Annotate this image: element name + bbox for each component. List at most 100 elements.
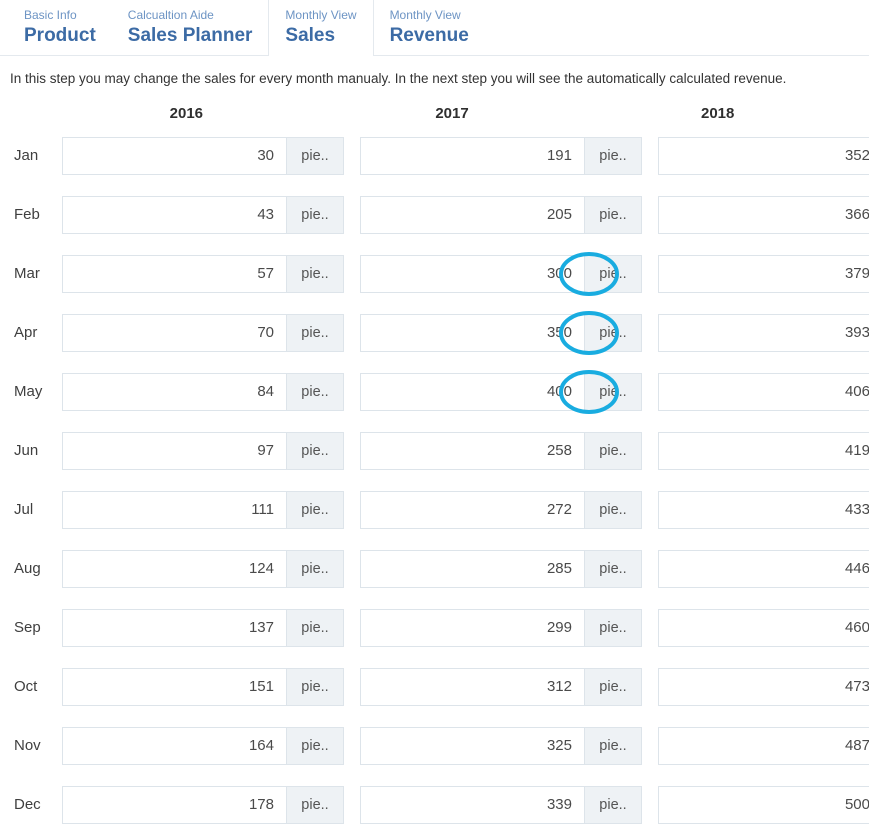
sales-cell-2017-dec: pie.. bbox=[360, 785, 658, 824]
sales-input-2017-jun[interactable] bbox=[360, 431, 584, 470]
sales-cell-2018-may: pie.. bbox=[658, 372, 869, 411]
sales-input-group: pie.. bbox=[62, 431, 344, 470]
sales-input-2016-oct[interactable] bbox=[62, 667, 286, 706]
unit-addon-button[interactable]: pie.. bbox=[584, 254, 642, 293]
sales-cell-2018-oct: pie.. bbox=[658, 667, 869, 706]
table-row: Jul pie.. pie.. pie.. bbox=[0, 480, 869, 539]
sales-input-2017-nov[interactable] bbox=[360, 726, 584, 765]
table-row: Apr pie.. pie.. pie.. bbox=[0, 303, 869, 362]
unit-addon-button[interactable]: pie.. bbox=[286, 136, 344, 175]
sales-input-2016-aug[interactable] bbox=[62, 549, 286, 588]
tab-product[interactable]: Basic Info Product bbox=[0, 0, 112, 56]
year-header-2018: 2018 bbox=[700, 104, 735, 122]
sales-cell-2017-nov: pie.. bbox=[360, 726, 658, 765]
sales-input-2017-apr[interactable] bbox=[360, 313, 584, 352]
unit-addon-button[interactable]: pie.. bbox=[286, 372, 344, 411]
unit-addon-button[interactable]: pie.. bbox=[286, 785, 344, 824]
unit-addon-button[interactable]: pie.. bbox=[286, 726, 344, 765]
unit-addon-button[interactable]: pie.. bbox=[286, 195, 344, 234]
sales-input-2016-nov[interactable] bbox=[62, 726, 286, 765]
sales-input-2017-dec[interactable] bbox=[360, 785, 584, 824]
sales-input-2016-jul[interactable] bbox=[62, 490, 286, 529]
unit-addon-button[interactable]: pie.. bbox=[286, 667, 344, 706]
monthly-sales-grid: 2016 2017 2018 Jan pie.. pie.. pie.. Feb pie.. p… bbox=[0, 100, 869, 834]
sales-input-2018-aug[interactable] bbox=[658, 549, 869, 588]
tab-title: Revenue bbox=[389, 24, 469, 46]
unit-addon-button[interactable]: pie.. bbox=[584, 372, 642, 411]
month-label-jul: Jul bbox=[14, 501, 34, 518]
sales-input-2016-apr[interactable] bbox=[62, 313, 286, 352]
sales-cell-2017-apr: pie.. bbox=[360, 310, 658, 355]
sales-input-2016-jan[interactable] bbox=[62, 136, 286, 175]
sales-input-2018-oct[interactable] bbox=[658, 667, 869, 706]
sales-input-2016-dec[interactable] bbox=[62, 785, 286, 824]
tab-title: Product bbox=[24, 24, 96, 46]
unit-addon-button[interactable]: pie.. bbox=[286, 313, 344, 352]
month-label-jan: Jan bbox=[14, 147, 39, 164]
sales-input-2018-dec[interactable] bbox=[658, 785, 869, 824]
sales-input-2017-jul[interactable] bbox=[360, 490, 584, 529]
unit-addon-button[interactable]: pie.. bbox=[286, 490, 344, 529]
unit-addon-button[interactable]: pie.. bbox=[584, 667, 642, 706]
tab-subtitle: Basic Info bbox=[24, 7, 77, 22]
sales-input-2017-jan[interactable] bbox=[360, 136, 584, 175]
sales-input-2017-may[interactable] bbox=[360, 372, 584, 411]
sales-input-2018-nov[interactable] bbox=[658, 726, 869, 765]
sales-input-group: pie.. bbox=[658, 254, 869, 293]
sales-cell-2016-jun: pie.. bbox=[62, 431, 360, 470]
wizard-tab-bar: Basic Info Product Calcualtion Aide Sales P… bbox=[0, 0, 869, 57]
unit-addon-button[interactable]: pie.. bbox=[584, 195, 642, 234]
sales-input-group: pie.. bbox=[658, 313, 869, 352]
sales-input-group: pie.. bbox=[62, 549, 344, 588]
sales-input-2017-sep[interactable] bbox=[360, 608, 584, 647]
step-instruction-text: In this step you may change the sales fo… bbox=[10, 71, 787, 86]
sales-input-group: pie.. bbox=[360, 431, 642, 470]
unit-addon-button[interactable]: pie.. bbox=[584, 785, 642, 824]
unit-addon-button[interactable]: pie.. bbox=[584, 726, 642, 765]
table-row: Nov pie.. pie.. pie.. bbox=[0, 716, 869, 775]
unit-addon-button[interactable]: pie.. bbox=[286, 608, 344, 647]
sales-input-2018-jan[interactable] bbox=[658, 136, 869, 175]
sales-input-2017-mar[interactable] bbox=[360, 254, 584, 293]
unit-addon-button[interactable]: pie.. bbox=[584, 136, 642, 175]
unit-addon-button[interactable]: pie.. bbox=[584, 431, 642, 470]
sales-input-2018-jul[interactable] bbox=[658, 490, 869, 529]
unit-addon-button[interactable]: pie.. bbox=[286, 431, 344, 470]
tab-sales-planner[interactable]: Calcualtion Aide Sales Planner bbox=[112, 0, 269, 56]
sales-input-group: pie.. bbox=[360, 608, 642, 647]
unit-addon-button[interactable]: pie.. bbox=[584, 490, 642, 529]
month-label-aug: Aug bbox=[14, 560, 41, 577]
tab-sales[interactable]: Monthly View Sales bbox=[268, 0, 374, 57]
sales-input-2018-apr[interactable] bbox=[658, 313, 869, 352]
sales-input-group: pie.. bbox=[360, 726, 642, 765]
sales-cell-2018-jun: pie.. bbox=[658, 431, 869, 470]
tab-title: Sales Planner bbox=[127, 24, 253, 46]
sales-input-2016-may[interactable] bbox=[62, 372, 286, 411]
sales-input-2017-oct[interactable] bbox=[360, 667, 584, 706]
tab-revenue[interactable]: Monthly View Revenue bbox=[374, 0, 485, 56]
unit-addon-button[interactable]: pie.. bbox=[584, 549, 642, 588]
sales-input-2017-feb[interactable] bbox=[360, 195, 584, 234]
table-row: Oct pie.. pie.. pie.. bbox=[0, 657, 869, 716]
sales-cell-2018-mar: pie.. bbox=[658, 254, 869, 293]
sales-input-2018-jun[interactable] bbox=[658, 431, 869, 470]
sales-input-2018-feb[interactable] bbox=[658, 195, 869, 234]
sales-input-group: pie.. bbox=[658, 490, 869, 529]
sales-input-2016-mar[interactable] bbox=[62, 254, 286, 293]
sales-cell-2018-dec: pie.. bbox=[658, 785, 869, 824]
sales-input-2017-aug[interactable] bbox=[360, 549, 584, 588]
sales-input-2018-mar[interactable] bbox=[658, 254, 869, 293]
unit-addon-button[interactable]: pie.. bbox=[286, 549, 344, 588]
unit-addon-button[interactable]: pie.. bbox=[584, 608, 642, 647]
sales-input-2018-may[interactable] bbox=[658, 372, 869, 411]
unit-addon-button[interactable]: pie.. bbox=[286, 254, 344, 293]
sales-input-2016-jun[interactable] bbox=[62, 431, 286, 470]
sales-input-group: pie.. bbox=[658, 195, 869, 234]
sales-input-2016-feb[interactable] bbox=[62, 195, 286, 234]
sales-input-2018-sep[interactable] bbox=[658, 608, 869, 647]
month-rows: Jan pie.. pie.. pie.. Feb pie.. pie.. pie.. Mar p… bbox=[0, 126, 869, 834]
sales-input-group: pie.. bbox=[62, 254, 344, 293]
sales-input-2016-sep[interactable] bbox=[62, 608, 286, 647]
table-row: Mar pie.. pie.. pie.. bbox=[0, 244, 869, 303]
unit-addon-button[interactable]: pie.. bbox=[584, 313, 642, 352]
